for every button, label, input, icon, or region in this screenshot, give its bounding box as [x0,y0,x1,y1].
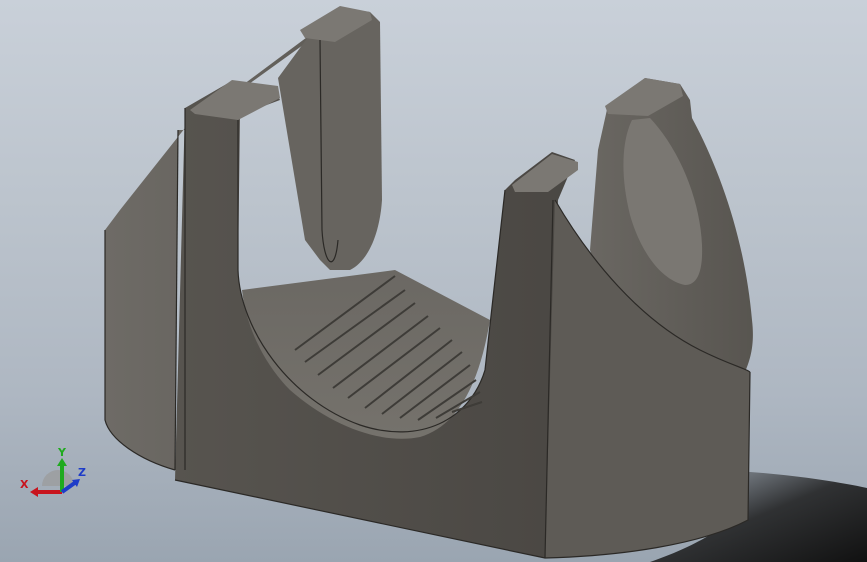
top-cap-right-front [512,154,578,192]
cradle-model[interactable] [0,0,867,562]
z-axis-label: Z [78,466,86,479]
y-axis-label: Y [57,446,67,459]
y-axis-arrow-icon [57,458,67,466]
x-axis-label: X [20,478,29,491]
orientation-triad[interactable]: X Y Z [14,446,94,506]
x-axis-arrow-icon [30,487,38,497]
triad-view-sphere [42,470,74,486]
3d-viewport[interactable]: X Y Z [0,0,867,562]
